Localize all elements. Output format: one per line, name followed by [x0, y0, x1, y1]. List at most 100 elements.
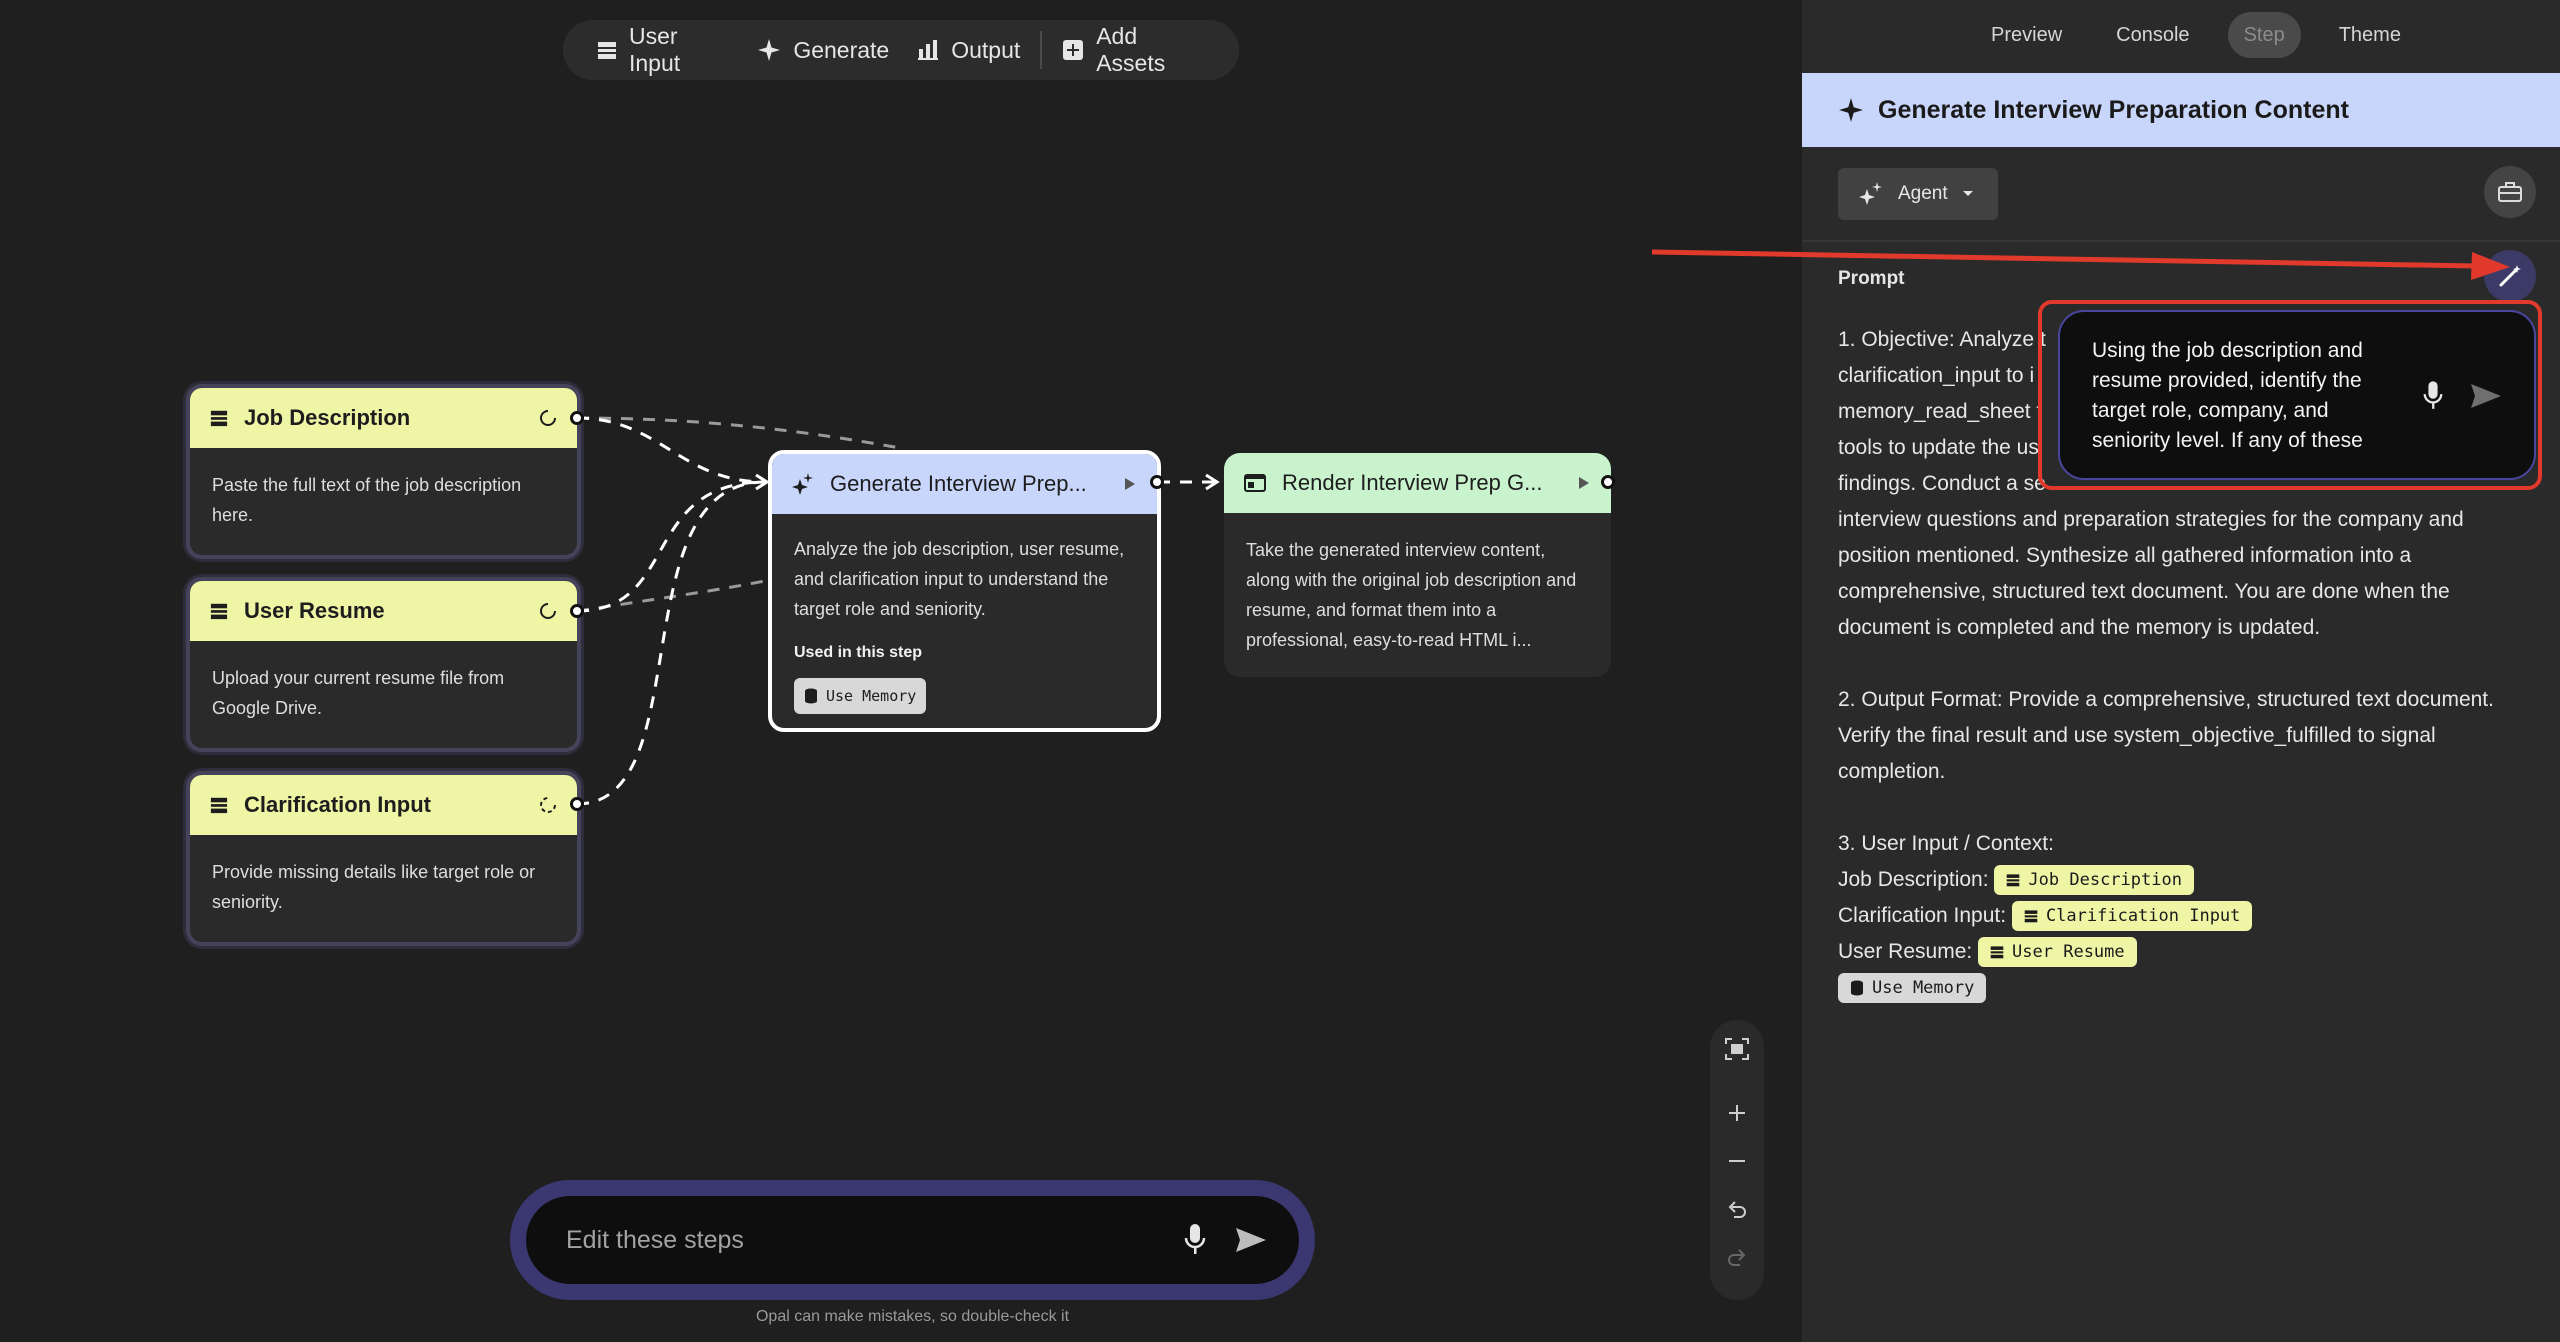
tab-preview[interactable]: Preview — [1975, 12, 2078, 58]
panel-tabs: Preview Console Step Theme — [1802, 12, 2560, 58]
edge-resume-to-generate — [576, 480, 766, 613]
prompt-objective-line: tools to update the us — [1838, 436, 2039, 459]
context-job-description-label: Job Description: — [1838, 868, 1989, 891]
output-label: Output — [951, 36, 1021, 63]
use-memory-chip-label: Use Memory — [826, 687, 917, 705]
send-icon[interactable] — [1235, 1226, 1267, 1254]
undo-button[interactable] — [1717, 1194, 1757, 1224]
job-description-output-port[interactable] — [570, 411, 584, 425]
render-node-header: Render Interview Prep G... — [1224, 453, 1611, 513]
arrowhead-generate — [755, 473, 770, 491]
panel-divider — [1802, 240, 2560, 242]
job-description-reference-label: Job Description — [2028, 870, 2182, 891]
user-input-icon — [2024, 909, 2038, 923]
clarification-input-node-title: Clarification Input — [244, 792, 431, 817]
output-icon — [917, 39, 939, 61]
use-memory-chip[interactable]: Use Memory — [794, 678, 927, 714]
render-node[interactable]: Render Interview Prep G... Take the gene… — [1224, 453, 1611, 677]
job-description-node-title: Job Description — [244, 405, 411, 430]
edge-clarification-to-generate — [576, 480, 766, 806]
prompt-objective-line: position mentioned. Synthesize all gathe… — [1838, 544, 2412, 567]
clarification-input-reference-chip[interactable]: Clarification Input — [2011, 901, 2253, 932]
toolbox-icon — [2497, 181, 2523, 203]
zoom-in-button[interactable] — [1717, 1098, 1757, 1128]
fit-view-button[interactable] — [1717, 1034, 1757, 1064]
generate-label: Generate — [793, 36, 890, 63]
sparkle-icon — [757, 38, 781, 62]
clarification-input-node-header: Clarification Input — [190, 775, 577, 835]
user-resume-output-port[interactable] — [570, 604, 584, 618]
agent-dropdown-label: Agent — [1898, 183, 1948, 204]
refresh-icon[interactable] — [537, 794, 559, 816]
prompt-objective-line: document is completed and the memory is … — [1838, 616, 2321, 639]
used-in-step-label: Used in this step — [794, 644, 923, 661]
clarification-input-node-description: Provide missing details like target role… — [212, 862, 536, 912]
magic-edit-button[interactable] — [2484, 250, 2536, 302]
generate-node-description: Analyze the job description, user resume… — [794, 539, 1125, 619]
step-editor-panel: Preview Console Step Theme Generate Inte… — [1802, 0, 2560, 1342]
redo-icon — [1726, 1247, 1748, 1267]
undo-icon — [1726, 1199, 1748, 1219]
prompt-label: Prompt — [1838, 268, 1905, 289]
output-button[interactable]: Output — [903, 26, 1034, 74]
use-memory-reference-label: Use Memory — [1872, 978, 1975, 999]
play-icon[interactable] — [1121, 473, 1139, 495]
job-description-node-description: Paste the full text of the job descripti… — [212, 475, 522, 525]
sparkle-plus-icon — [1858, 182, 1884, 206]
generate-node[interactable]: Generate Interview Prep... Analyze the j… — [768, 450, 1161, 732]
prompt-objective-line: interview questions and preparation stra… — [1838, 508, 2464, 531]
add-assets-button[interactable]: Add Assets — [1048, 23, 1219, 76]
user-resume-reference-chip[interactable]: User Resume — [1978, 937, 2137, 968]
tab-step[interactable]: Step — [2227, 12, 2301, 58]
context-resume-label: User Resume: — [1838, 940, 1973, 963]
top-toolbar: User Input Generate Output Add Assets — [563, 20, 1239, 80]
job-description-reference-chip[interactable]: Job Description — [1994, 865, 2194, 896]
prompt-objective-line: findings. Conduct a se — [1838, 472, 2046, 495]
clarification-input-node[interactable]: Clarification Input Provide missing deta… — [186, 771, 581, 946]
user-resume-node-description: Upload your current resume file from Goo… — [212, 668, 505, 718]
chevron-down-icon — [1962, 190, 1974, 198]
zoom-controls — [1710, 1020, 1764, 1300]
web-page-icon — [1244, 473, 1266, 493]
redo-button[interactable] — [1717, 1242, 1757, 1272]
clarification-input-reference-label: Clarification Input — [2045, 906, 2241, 927]
clarification-input-output-port[interactable] — [570, 797, 584, 811]
plus-icon — [1727, 1103, 1747, 1123]
refresh-icon[interactable] — [537, 600, 559, 622]
edit-steps-input[interactable] — [564, 1224, 1183, 1256]
microphone-icon[interactable] — [1183, 1223, 1207, 1257]
render-node-description: Take the generated interview content, al… — [1246, 540, 1577, 650]
annotation-highlight-box — [2038, 300, 2542, 490]
generate-node-body: Analyze the job description, user resume… — [772, 514, 1157, 728]
step-header: Generate Interview Preparation Content — [1802, 73, 2560, 147]
job-description-node[interactable]: Job Description Paste the full text of t… — [186, 384, 581, 559]
use-memory-reference-chip[interactable]: Use Memory — [1838, 973, 1987, 1004]
agent-dropdown[interactable]: Agent — [1838, 168, 1998, 220]
generate-output-port[interactable] — [1150, 475, 1164, 489]
user-input-label: User Input — [629, 23, 681, 76]
play-icon[interactable] — [1575, 472, 1593, 494]
generate-node-title: Generate Interview Prep... — [830, 471, 1087, 496]
user-input-icon — [210, 409, 228, 427]
refresh-icon[interactable] — [537, 407, 559, 429]
context-clarification-row: Clarification Input: Clarification Input — [1838, 898, 2528, 934]
zoom-out-button[interactable] — [1717, 1146, 1757, 1176]
tab-theme[interactable]: Theme — [2323, 12, 2417, 58]
sparkle-plus-icon — [792, 473, 814, 495]
minus-icon — [1727, 1151, 1747, 1171]
job-description-node-header: Job Description — [190, 388, 577, 448]
user-resume-reference-label: User Resume — [2012, 942, 2125, 963]
tools-button[interactable] — [2484, 166, 2536, 218]
generate-button[interactable]: Generate — [743, 26, 903, 74]
render-node-title: Render Interview Prep G... — [1282, 470, 1543, 495]
user-resume-node[interactable]: User Resume Upload your current resume f… — [186, 577, 581, 752]
edit-steps-bar — [526, 1196, 1299, 1284]
user-input-icon — [2006, 873, 2020, 887]
prompt-objective-line: 1. Objective: Analyze t — [1838, 328, 2046, 351]
render-output-port[interactable] — [1601, 475, 1615, 489]
add-assets-label: Add Assets — [1096, 23, 1166, 76]
tab-console[interactable]: Console — [2100, 12, 2205, 58]
context-resume-row: User Resume: User Resume — [1838, 934, 2528, 970]
user-input-button[interactable]: User Input — [583, 23, 743, 76]
generate-node-header: Generate Interview Prep... — [772, 454, 1157, 514]
